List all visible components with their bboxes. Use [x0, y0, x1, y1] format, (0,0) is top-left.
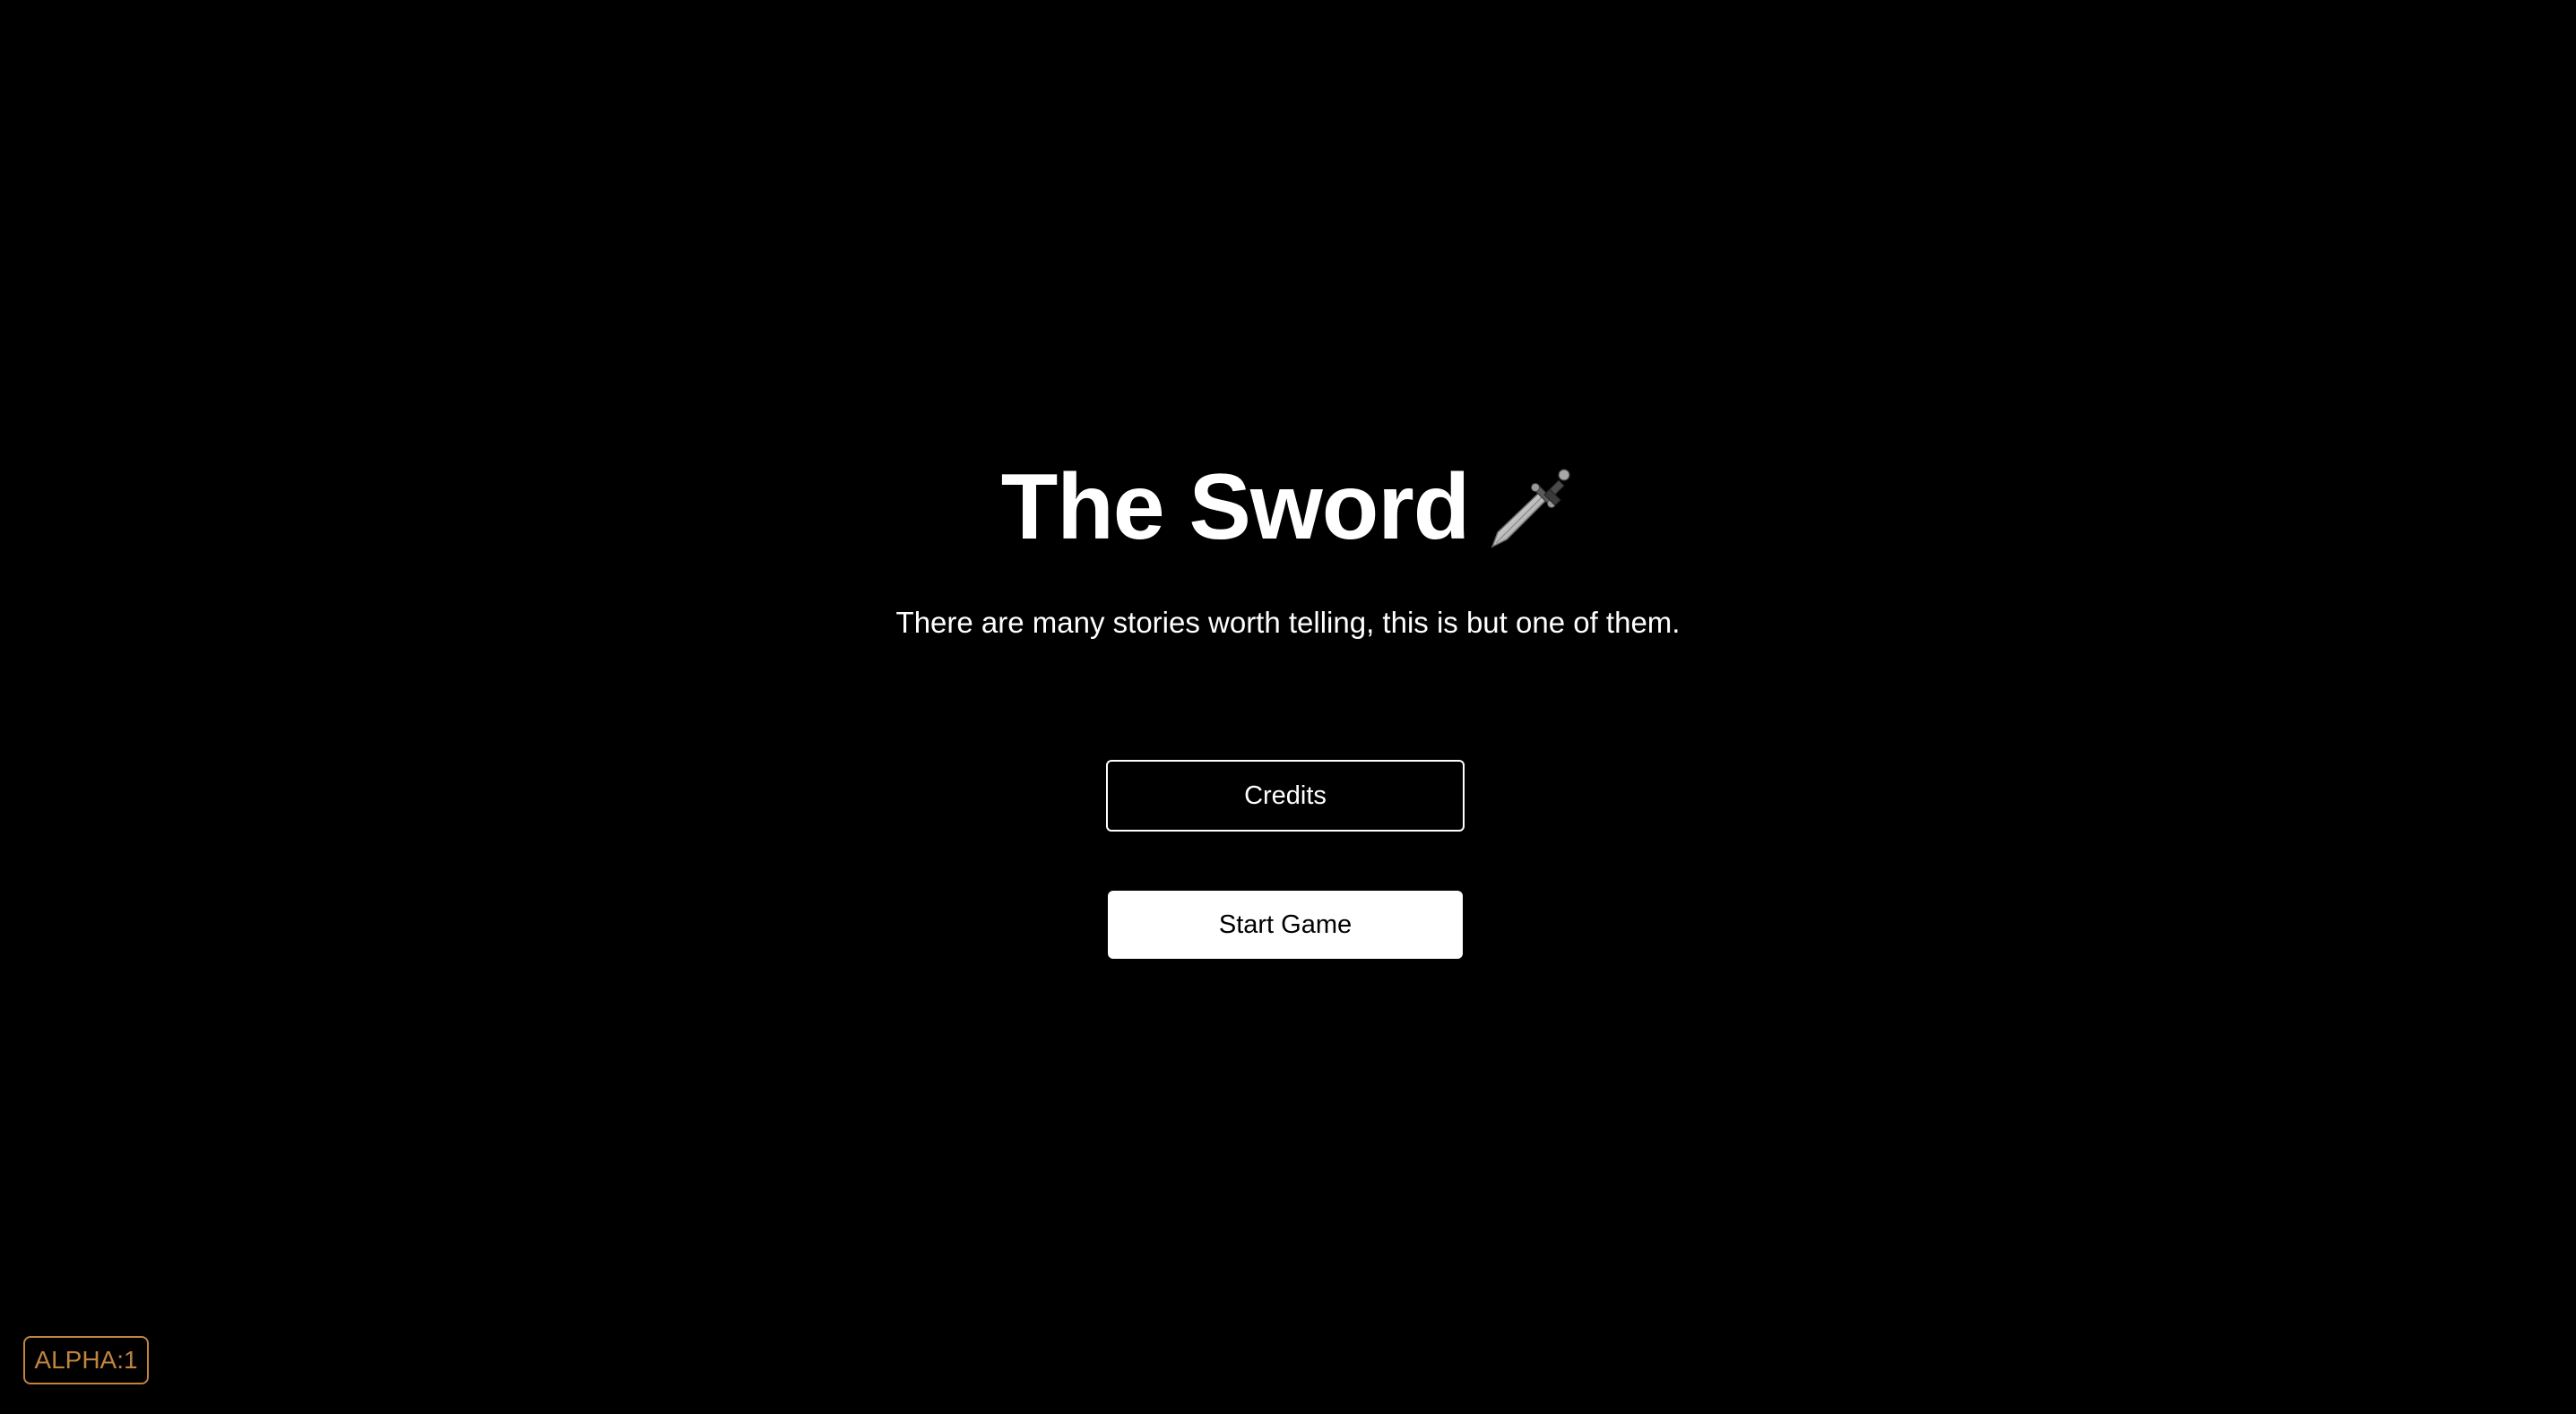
credits-button[interactable]: Credits	[1106, 760, 1465, 832]
dagger-icon	[1485, 462, 1575, 552]
title-row: The Sword	[0, 444, 2576, 570]
title-screen: The Sword There are many stories worth t…	[0, 0, 2576, 1414]
start-game-button[interactable]: Start Game	[1108, 891, 1463, 959]
tagline: There are many stories worth telling, th…	[895, 606, 1681, 639]
game-title: The Sword	[1000, 455, 1471, 559]
version-badge: ALPHA:1	[23, 1336, 149, 1384]
